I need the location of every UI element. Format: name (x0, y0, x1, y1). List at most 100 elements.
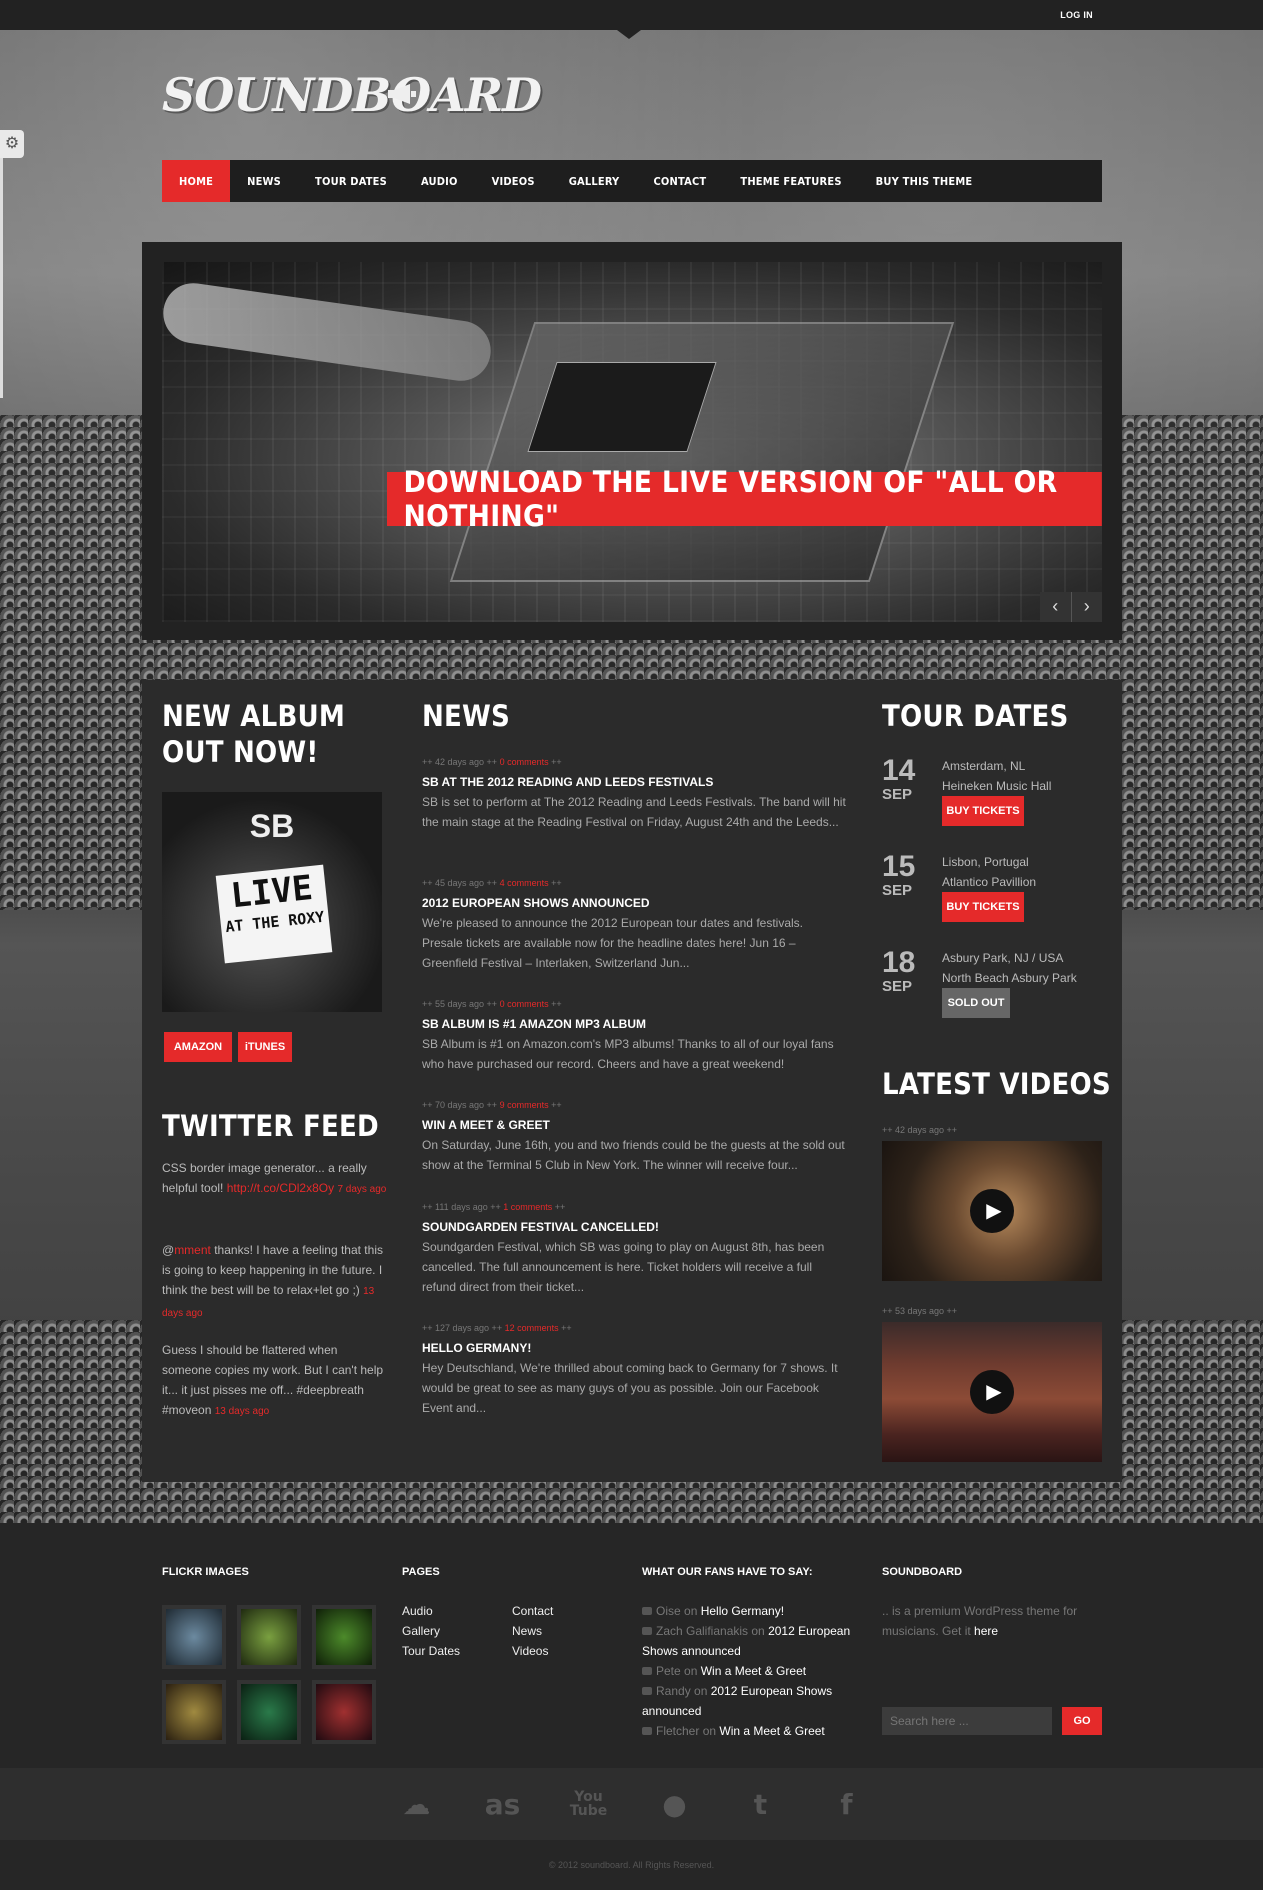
nav-item[interactable]: VIDEOS (475, 160, 552, 202)
search-input[interactable] (882, 1707, 1052, 1735)
tour-month: SEP (882, 978, 913, 995)
news-comments-link[interactable]: 1 comments (503, 1202, 552, 1212)
news-heading: NEWS (422, 699, 510, 733)
fan-name: Fletcher (656, 1724, 700, 1738)
footer-page-link[interactable]: News (512, 1621, 542, 1641)
tweet-text: Guess I should be flattered when someone… (162, 1343, 384, 1417)
nav-item[interactable]: TOUR DATES (298, 160, 404, 202)
news-title[interactable]: SB AT THE 2012 READING AND LEEDS FESTIVA… (422, 774, 847, 790)
site-logo[interactable]: SOUNDBOARD (162, 68, 542, 122)
news-comments-link[interactable]: 12 comments (505, 1323, 559, 1333)
buy-tickets-button[interactable]: BUY TICKETS (942, 796, 1024, 826)
footer-page-link[interactable]: Contact (512, 1601, 553, 1621)
fan-post-link[interactable]: Hello Germany! (701, 1604, 784, 1618)
tweet-link[interactable]: http://t.co/CDl2x8Oy (227, 1181, 334, 1195)
flickr-thumbnail[interactable] (162, 1680, 226, 1744)
tweet: Guess I should be flattered when someone… (162, 1340, 388, 1422)
fan-post-link[interactable]: Win a Meet & Greet (719, 1724, 824, 1738)
news-date: ++ 70 days ago ++ (422, 1100, 498, 1110)
nav-item[interactable]: AUDIO (404, 160, 475, 202)
footer-page-link[interactable]: Gallery (402, 1621, 440, 1641)
news-meta: ++ 55 days ago ++ 0 comments ++ (422, 999, 562, 1009)
news-meta: ++ 45 days ago ++ 4 comments ++ (422, 878, 562, 888)
news-date: ++ 42 days ago ++ (422, 757, 498, 767)
tweet: CSS border image generator... a really h… (162, 1158, 388, 1200)
news-title[interactable]: SOUNDGARDEN FESTIVAL CANCELLED! (422, 1219, 847, 1235)
youtube-icon[interactable]: You Tube (567, 1790, 611, 1818)
slide-arm (162, 279, 495, 385)
search-go-button[interactable]: GO (1062, 1707, 1102, 1735)
buy-tickets-button[interactable]: BUY TICKETS (942, 892, 1024, 922)
news-comments-link[interactable]: 0 comments (500, 757, 549, 767)
pages-title: PAGES (402, 1566, 440, 1578)
fan-name: Zach Galifianakis (656, 1624, 749, 1638)
slider-image[interactable] (162, 262, 1102, 622)
itunes-button[interactable]: iTUNES (238, 1032, 292, 1062)
chevron-left-icon[interactable]: ‹ (1040, 592, 1071, 622)
news-meta: ++ 111 days ago ++ 1 comments ++ (422, 1202, 566, 1212)
flickr-thumbnail[interactable] (162, 1605, 226, 1669)
amazon-button[interactable]: AMAZON (164, 1032, 232, 1062)
news-excerpt: Soundgarden Festival, which SB was going… (422, 1240, 825, 1294)
fan-comment: Oise on Hello Germany! (642, 1601, 872, 1621)
nav-item[interactable]: CONTACT (636, 160, 723, 202)
nav-item[interactable]: NEWS (230, 160, 298, 202)
videos-heading: LATEST VIDEOS (882, 1067, 1111, 1101)
comment-icon (642, 1667, 652, 1675)
footer-page-link[interactable]: Videos (512, 1641, 548, 1661)
nav-item[interactable]: THEME FEATURES (723, 160, 858, 202)
fan-on: on (748, 1624, 769, 1638)
flickr-title: FLICKR IMAGES (162, 1566, 249, 1578)
fan-comment: Fletcher on Win a Meet & Greet (642, 1721, 872, 1741)
album-heading: NEW ALBUM OUT NOW! (162, 698, 345, 770)
nav-item[interactable]: GALLERY (552, 160, 637, 202)
apple-icon[interactable]: ● (653, 1788, 697, 1821)
flickr-thumbnail[interactable] (237, 1605, 301, 1669)
play-icon[interactable]: ▶ (970, 1189, 1014, 1233)
news-item: ++ 70 days ago ++ 9 comments ++ WIN A MEE… (422, 1099, 847, 1175)
soundcloud-icon[interactable]: ☁ (395, 1788, 439, 1821)
video-thumbnail[interactable]: ▶ (882, 1141, 1102, 1281)
tumblr-icon[interactable]: t (739, 1788, 783, 1821)
fan-post-link[interactable]: Win a Meet & Greet (701, 1664, 806, 1678)
fan-on: on (690, 1684, 711, 1698)
news-comments-link[interactable]: 4 comments (500, 878, 549, 888)
news-comments-link[interactable]: 0 comments (500, 999, 549, 1009)
tour-date: 15 SEP Lisbon, Portugal Atlantico Pavillion… (882, 852, 1102, 942)
news-comments-link[interactable]: 9 comments (500, 1100, 549, 1110)
facebook-icon[interactable]: f (825, 1788, 869, 1821)
gear-icon[interactable]: ⚙ (0, 130, 24, 158)
tour-venue: Atlantico Pavillion (942, 875, 1037, 889)
slider-caption[interactable]: DOWNLOAD THE LIVE VERSION OF "ALL OR NOT… (387, 465, 1102, 533)
flickr-thumbnail[interactable] (237, 1680, 301, 1744)
news-title[interactable]: HELLO GERMANY! (422, 1340, 847, 1356)
footer-page-link[interactable]: Audio (402, 1601, 433, 1621)
album-cover[interactable]: SB LIVE AT THE ROXY (162, 792, 382, 1012)
news-date: ++ 45 days ago ++ (422, 878, 498, 888)
flickr-thumbnail[interactable] (312, 1605, 376, 1669)
style-switcher-rail (0, 158, 3, 398)
comment-icon (642, 1687, 652, 1695)
tour-month: SEP (882, 882, 913, 899)
fan-comment: Pete on Win a Meet & Greet (642, 1661, 872, 1681)
tweet-link[interactable]: mment (174, 1243, 211, 1257)
tour-venue: North Beach Asbury Park (942, 971, 1077, 985)
footer-page-link[interactable]: Tour Dates (402, 1641, 460, 1661)
news-title[interactable]: 2012 EUROPEAN SHOWS ANNOUNCED (422, 895, 847, 911)
news-title[interactable]: WIN A MEET & GREET (422, 1117, 847, 1133)
tour-city: Lisbon, Portugal (942, 855, 1029, 869)
tour-day: 18 (882, 946, 916, 979)
about-link[interactable]: here (974, 1624, 998, 1638)
news-meta: ++ 42 days ago ++ 0 comments ++ (422, 757, 562, 767)
video-thumbnail[interactable]: ▶ (882, 1322, 1102, 1462)
play-icon[interactable]: ▶ (970, 1370, 1014, 1414)
nav-item[interactable]: BUY THIS THEME (859, 160, 990, 202)
chevron-right-icon[interactable]: › (1070, 592, 1103, 622)
slide-console (449, 322, 955, 582)
nav-item[interactable]: HOME (162, 160, 231, 202)
news-title[interactable]: SB ALBUM IS #1 AMAZON MP3 ALBUM (422, 1016, 847, 1032)
fan-name: Oise (656, 1604, 681, 1618)
lastfm-icon[interactable]: as (481, 1788, 525, 1821)
flickr-thumbnail[interactable] (312, 1680, 376, 1744)
login-link[interactable]: LOG IN (1060, 10, 1093, 20)
